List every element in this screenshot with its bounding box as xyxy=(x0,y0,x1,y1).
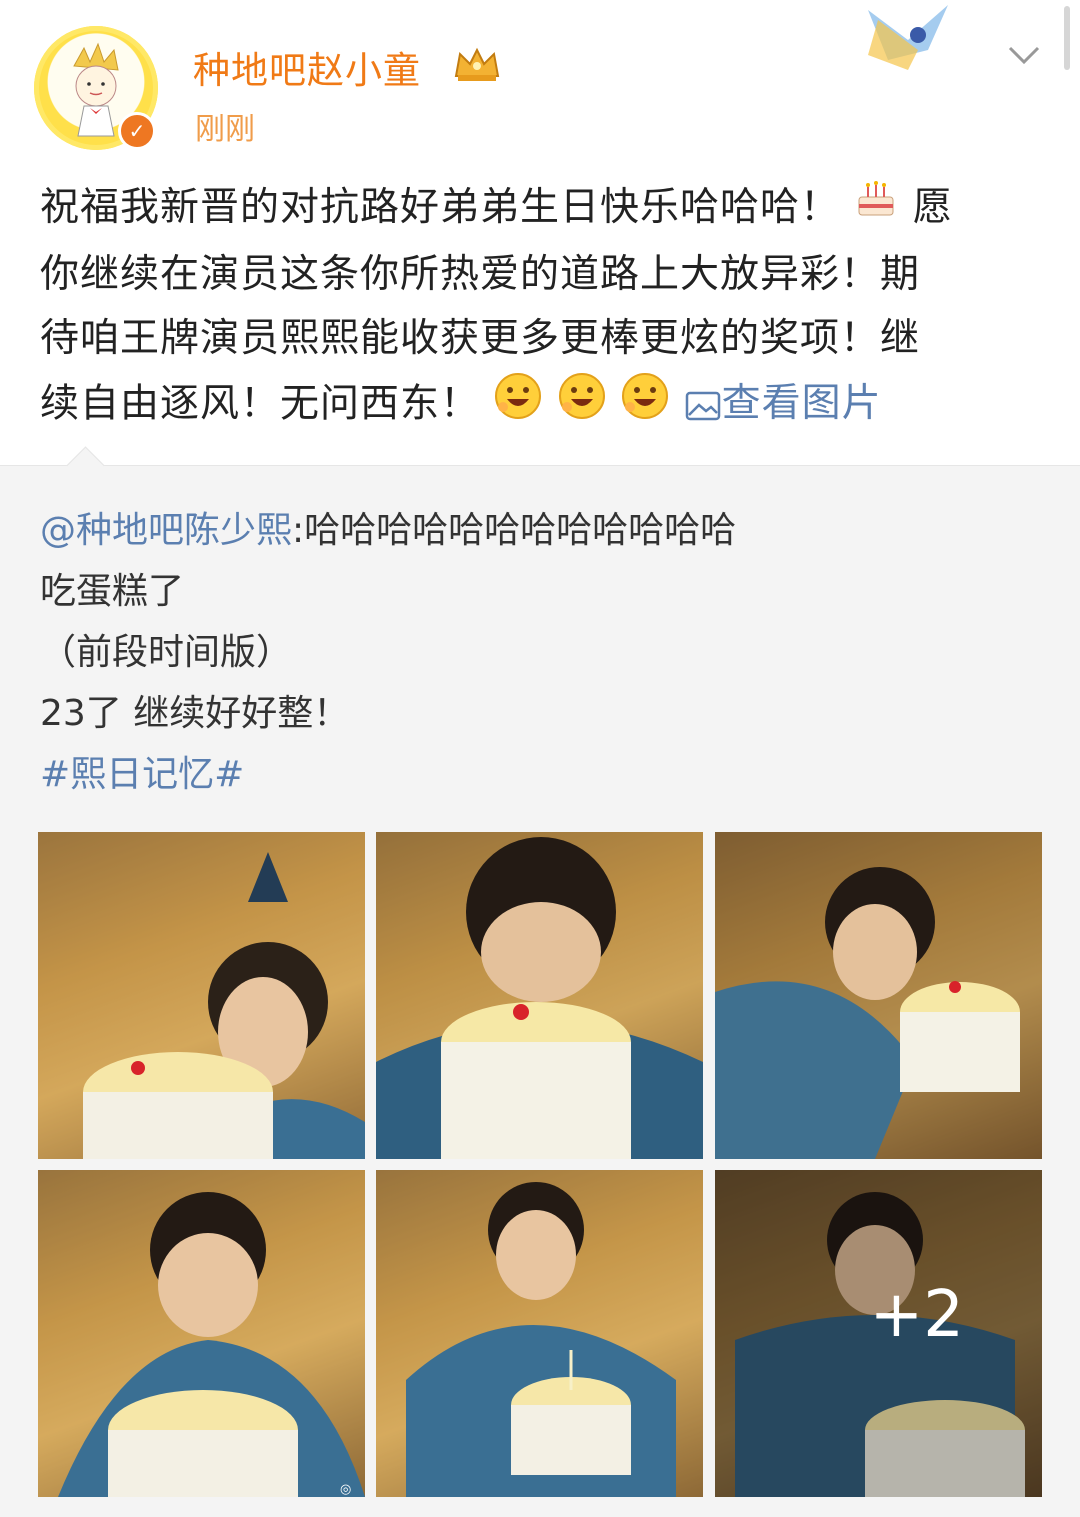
repost-text: @种地吧陈少熙:哈哈哈哈哈哈哈哈哈哈哈哈 吃蛋糕了 （前段时间版） 23了 继续… xyxy=(40,500,736,805)
post-header: ✓ 种地吧赵小童 刚刚 xyxy=(0,0,1080,160)
photo-thumbnail[interactable]: ◎ xyxy=(38,1170,365,1497)
repost-mention-link[interactable]: @种地吧陈少熙 xyxy=(40,510,292,551)
verified-badge-icon: ✓ xyxy=(118,112,156,150)
repost-line: 23了 继续好好整！ xyxy=(40,693,350,734)
grinning-emoji-icon xyxy=(493,371,543,441)
birthday-cake-emoji-icon xyxy=(853,177,899,243)
repost-line: （前段时间版） xyxy=(40,632,293,673)
chevron-down-icon[interactable] xyxy=(1004,40,1044,70)
photo-thumbnail[interactable] xyxy=(38,832,365,1159)
photo-thumbnail[interactable] xyxy=(715,832,1042,1159)
post-text-line: 祝福我新晋的对抗路好弟弟生日快乐哈哈哈！ xyxy=(40,185,841,230)
watermark-icon: ◎ xyxy=(340,1482,352,1497)
post-text-line: 待咱王牌演员熙熙能收获更多更棒更炫的奖项！继 xyxy=(40,315,921,361)
timestamp: 刚刚 xyxy=(195,112,255,147)
more-photos-count: +2 xyxy=(869,1278,964,1352)
repost-first-line: :哈哈哈哈哈哈哈哈哈哈哈哈 xyxy=(292,510,737,551)
username[interactable]: 种地吧赵小童 xyxy=(193,40,421,94)
grinning-emoji-icon xyxy=(557,371,607,441)
view-images-label: 查看图片 xyxy=(721,381,882,426)
photo-thumbnail[interactable] xyxy=(376,832,703,1159)
view-images-link[interactable]: 查看图片 xyxy=(684,381,882,426)
scrollbar[interactable] xyxy=(1064,6,1070,70)
photo-thumbnail-more[interactable]: +2 xyxy=(715,1170,1042,1497)
post-text: 祝福我新晋的对抗路好弟弟生日快乐哈哈哈！ 愿 你继续在演员这条你所热爱的道路上大… xyxy=(40,176,1040,441)
post-text-line: 愿 xyxy=(912,185,953,230)
crown-icon[interactable] xyxy=(452,46,502,84)
grinning-emoji-icon xyxy=(620,371,670,441)
post-text-line: 你继续在演员这条你所热爱的道路上大放异彩！期 xyxy=(40,251,921,297)
decoration-badge-icon xyxy=(868,5,948,70)
hashtag-link[interactable]: #熙日记忆# xyxy=(40,754,244,795)
photo-thumbnail[interactable] xyxy=(376,1170,703,1497)
repost-line: 吃蛋糕了 xyxy=(40,571,185,612)
photo-grid: ◎ +2 xyxy=(38,832,1042,1497)
image-icon xyxy=(685,391,720,420)
post-text-line: 续自由逐风！无问西东！ xyxy=(40,381,481,426)
